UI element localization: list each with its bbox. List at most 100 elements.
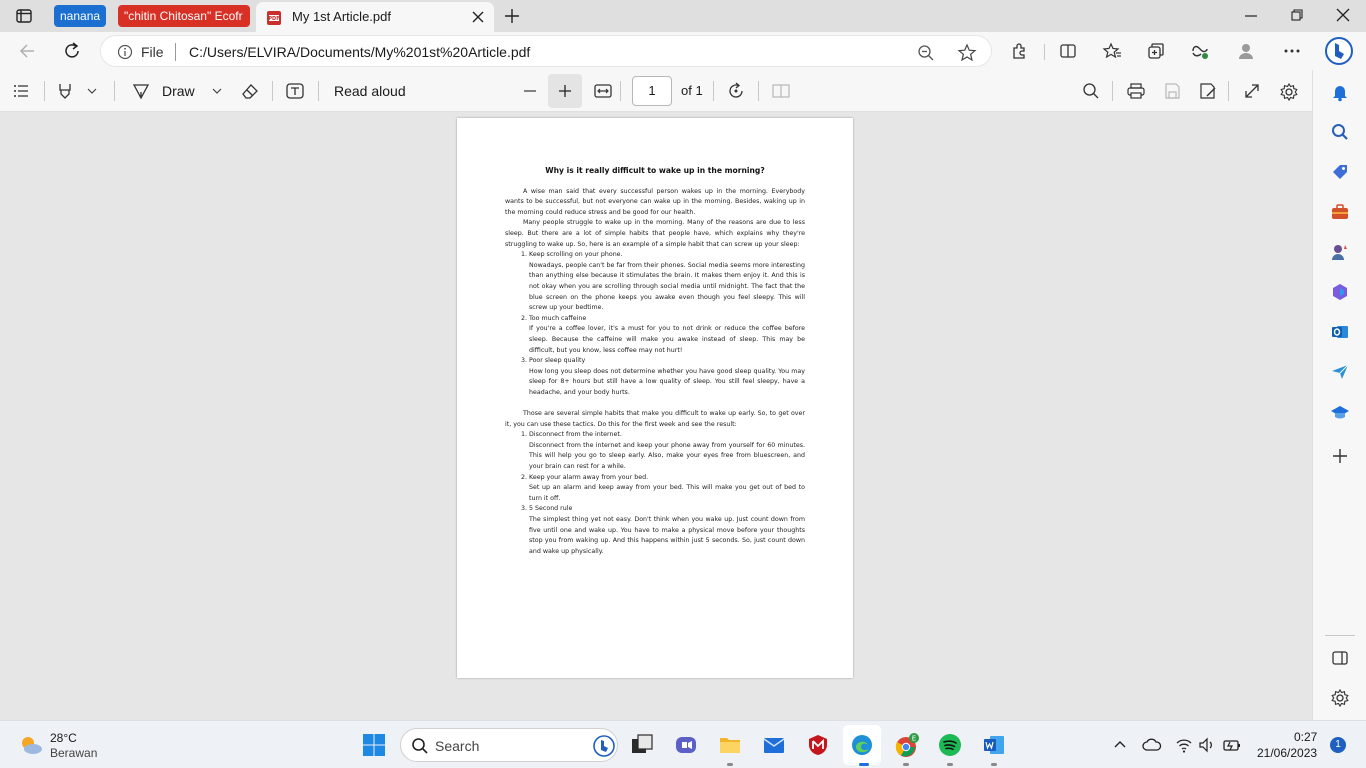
- split-screen-icon[interactable]: [1058, 41, 1078, 61]
- weather-cloudy-icon[interactable]: [18, 732, 44, 758]
- draw-icon[interactable]: [132, 82, 150, 100]
- favorite-star-icon[interactable]: [957, 43, 977, 63]
- read-aloud-button[interactable]: Read aloud: [334, 83, 406, 99]
- running-indicator: [903, 763, 909, 766]
- minimize-icon[interactable]: [1242, 6, 1260, 24]
- list-item-body: If you're a coffee lover, it's a must fo…: [529, 325, 805, 354]
- wifi-icon[interactable]: [1175, 736, 1193, 754]
- table-of-contents-icon[interactable]: [12, 82, 30, 100]
- start-windows-icon[interactable]: [362, 733, 386, 757]
- settings-gear-icon[interactable]: [1279, 82, 1299, 102]
- shopping-tag-icon[interactable]: [1330, 162, 1350, 182]
- close-window-icon[interactable]: [1334, 6, 1352, 24]
- list-item-heading: Keep scrolling on your phone.: [529, 251, 623, 259]
- send-icon[interactable]: [1330, 362, 1350, 382]
- search-icon: [412, 738, 428, 754]
- battery-icon[interactable]: [1222, 736, 1242, 754]
- taskbar-search-box[interactable]: Search: [400, 728, 618, 762]
- performance-icon[interactable]: [1190, 41, 1210, 61]
- new-tab-icon[interactable]: [502, 6, 522, 26]
- toolbar-divider: [758, 81, 759, 101]
- edge-browser-icon[interactable]: [850, 733, 874, 757]
- chevron-down-icon[interactable]: [211, 85, 223, 97]
- tab-actions-button[interactable]: [8, 5, 40, 27]
- rotate-icon[interactable]: [726, 82, 746, 100]
- word-icon[interactable]: [982, 733, 1006, 757]
- task-view-icon[interactable]: [630, 733, 654, 757]
- url-text[interactable]: C:/Users/ELVIRA/Documents/My%201st%20Art…: [189, 44, 530, 60]
- mcafee-shield-icon[interactable]: [806, 733, 830, 757]
- clock-date[interactable]: 21/06/2023: [1257, 746, 1317, 760]
- tab-group-nanana[interactable]: nanana: [54, 5, 106, 27]
- list-item-body: Nowadays, people can't be far from their…: [529, 261, 805, 312]
- close-tab-icon[interactable]: [470, 9, 486, 25]
- show-hidden-icons-chevron-up-icon[interactable]: [1112, 737, 1128, 753]
- print-icon[interactable]: [1126, 82, 1146, 100]
- onedrive-cloud-icon[interactable]: [1142, 736, 1162, 754]
- outlook-icon[interactable]: [1330, 322, 1350, 342]
- info-icon[interactable]: [117, 44, 133, 60]
- zoom-in-icon[interactable]: [556, 82, 574, 100]
- svg-text:E: E: [912, 735, 916, 743]
- extensions-icon[interactable]: [1010, 41, 1030, 61]
- search-icon[interactable]: [1082, 82, 1100, 100]
- notification-badge[interactable]: 1: [1330, 737, 1346, 753]
- hide-sidebar-icon[interactable]: [1330, 648, 1350, 668]
- chevron-down-icon[interactable]: [86, 85, 98, 97]
- scheme-label: File: [141, 44, 164, 60]
- pdf-viewer[interactable]: Why is it really difficult to wake up in…: [0, 112, 1312, 720]
- document-content: Why is it really difficult to wake up in…: [505, 166, 805, 557]
- list-item: Keep scrolling on your phone. Nowadays, p…: [529, 250, 805, 314]
- add-text-icon[interactable]: [285, 82, 305, 100]
- games-icon[interactable]: [1330, 242, 1350, 262]
- more-menu-icon[interactable]: [1282, 41, 1302, 61]
- fit-to-width-icon[interactable]: [593, 82, 613, 100]
- volume-icon[interactable]: [1198, 736, 1216, 754]
- omnibox-divider: [175, 43, 176, 61]
- eraser-icon[interactable]: [240, 82, 260, 100]
- tab-title: My 1st Article.pdf: [292, 9, 391, 24]
- tab-active[interactable]: PDF My 1st Article.pdf: [256, 2, 494, 32]
- spotify-icon[interactable]: [938, 733, 962, 757]
- tactics-list: Disconnect from the internet. Disconnect …: [517, 430, 805, 557]
- add-icon[interactable]: [1330, 446, 1350, 466]
- clock-time[interactable]: 0:27: [1294, 730, 1317, 744]
- microsoft-365-icon[interactable]: [1330, 282, 1350, 302]
- highlight-icon[interactable]: [56, 82, 74, 100]
- learning-cap-icon[interactable]: [1330, 402, 1350, 422]
- back-icon[interactable]: [18, 41, 38, 61]
- restore-icon[interactable]: [1288, 6, 1306, 24]
- pdf-icon: PDF: [267, 11, 281, 25]
- running-indicator: [947, 763, 953, 766]
- tab-group-chitin[interactable]: "chitin Chitosan" Ecofr: [118, 5, 250, 27]
- page-number-input[interactable]: 1: [632, 76, 672, 106]
- omnibox[interactable]: File C:/Users/ELVIRA/Documents/My%201st%…: [100, 35, 992, 67]
- save-as-icon[interactable]: [1199, 82, 1217, 100]
- zoom-out-icon[interactable]: [521, 82, 539, 100]
- notifications-bell-icon[interactable]: [1330, 82, 1350, 102]
- running-indicator: [991, 763, 997, 766]
- sidebar-settings-gear-icon[interactable]: [1330, 688, 1350, 708]
- refresh-icon[interactable]: [62, 41, 82, 61]
- chrome-icon[interactable]: E: [894, 733, 920, 759]
- collections-icon[interactable]: [1146, 41, 1166, 61]
- profile-avatar-icon[interactable]: [1236, 41, 1256, 61]
- paragraph-intro: A wise man said that every successful pe…: [505, 187, 805, 216]
- fullscreen-icon[interactable]: [1243, 82, 1261, 100]
- list-item-heading: Disconnect from the internet.: [529, 431, 622, 439]
- mail-icon[interactable]: [762, 733, 786, 757]
- search-icon[interactable]: [1330, 122, 1350, 142]
- weather-temperature[interactable]: 28°C: [50, 731, 77, 745]
- page-view-icon[interactable]: [771, 82, 791, 100]
- zoom-out-icon[interactable]: [917, 44, 935, 62]
- tools-briefcase-icon[interactable]: [1330, 202, 1350, 222]
- search-label: Search: [435, 738, 480, 754]
- file-explorer-icon[interactable]: [718, 733, 742, 757]
- bing-chat-icon[interactable]: [1324, 36, 1354, 66]
- teams-chat-icon[interactable]: [674, 733, 698, 757]
- save-icon[interactable]: [1163, 82, 1181, 100]
- draw-button[interactable]: Draw: [162, 83, 195, 99]
- favorites-icon[interactable]: [1102, 41, 1122, 61]
- weather-condition[interactable]: Berawan: [50, 746, 97, 760]
- list-item: Keep your alarm away from your bed. Set u…: [529, 473, 805, 505]
